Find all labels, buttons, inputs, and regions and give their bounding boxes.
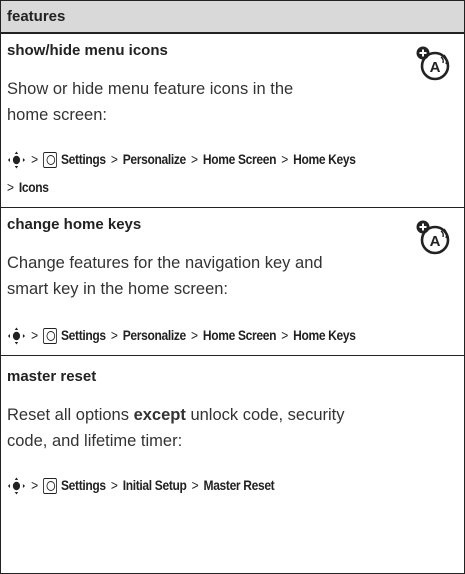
path-step: Settings [60, 151, 106, 167]
path-step: Personalize [122, 327, 186, 343]
settings-icon [42, 328, 57, 345]
menu-path: > Settings > Personalize > Home Screen > Home K… [7, 322, 394, 348]
settings-icon [42, 478, 57, 495]
path-step: Home Keys [293, 327, 356, 343]
nav-key-icon [7, 327, 26, 345]
feature-table: features show/hide menu icons A Show or … [0, 0, 465, 574]
nav-key-icon [7, 151, 26, 169]
path-step: Icons [18, 179, 49, 195]
settings-icon [42, 152, 57, 169]
path-step: Master Reset [203, 477, 275, 493]
path-step: Home Keys [293, 151, 356, 167]
section-description: Show or hide menu feature icons in the h… [7, 80, 294, 124]
section-title: show/hide menu icons [7, 42, 168, 59]
table-title: features [7, 8, 66, 25]
menu-path: > Settings > Personalize > Home Screen > Home K… [7, 146, 394, 172]
svg-text:A: A [430, 59, 441, 76]
menu-path-continued: > Icons [7, 179, 49, 195]
section-show-hide-menu-icons: show/hide menu icons A Show or hide menu… [1, 34, 464, 208]
path-step: Home Screen [202, 327, 277, 343]
path-step: Settings [60, 327, 106, 343]
table-header: features [1, 1, 464, 34]
section-description: Change features for the navigation key a… [7, 254, 323, 298]
path-step: Settings [60, 477, 106, 493]
section-title: change home keys [7, 216, 142, 233]
section-master-reset: master reset Reset all options except un… [1, 356, 464, 541]
nav-key-icon [7, 477, 26, 495]
network-feature-icon: A [416, 46, 450, 81]
menu-path: > Settings > Initial Setup > Master Reset [7, 472, 394, 498]
path-step: Personalize [122, 151, 186, 167]
section-description: Reset all options except unlock code, se… [7, 406, 345, 450]
svg-text:A: A [430, 233, 441, 250]
emphasis-text: except [133, 406, 186, 424]
network-feature-icon: A [416, 220, 450, 255]
section-title: master reset [7, 368, 97, 385]
path-step: Initial Setup [122, 477, 187, 493]
section-change-home-keys: change home keys A Change features for t… [1, 208, 464, 356]
path-step: Home Screen [202, 151, 277, 167]
